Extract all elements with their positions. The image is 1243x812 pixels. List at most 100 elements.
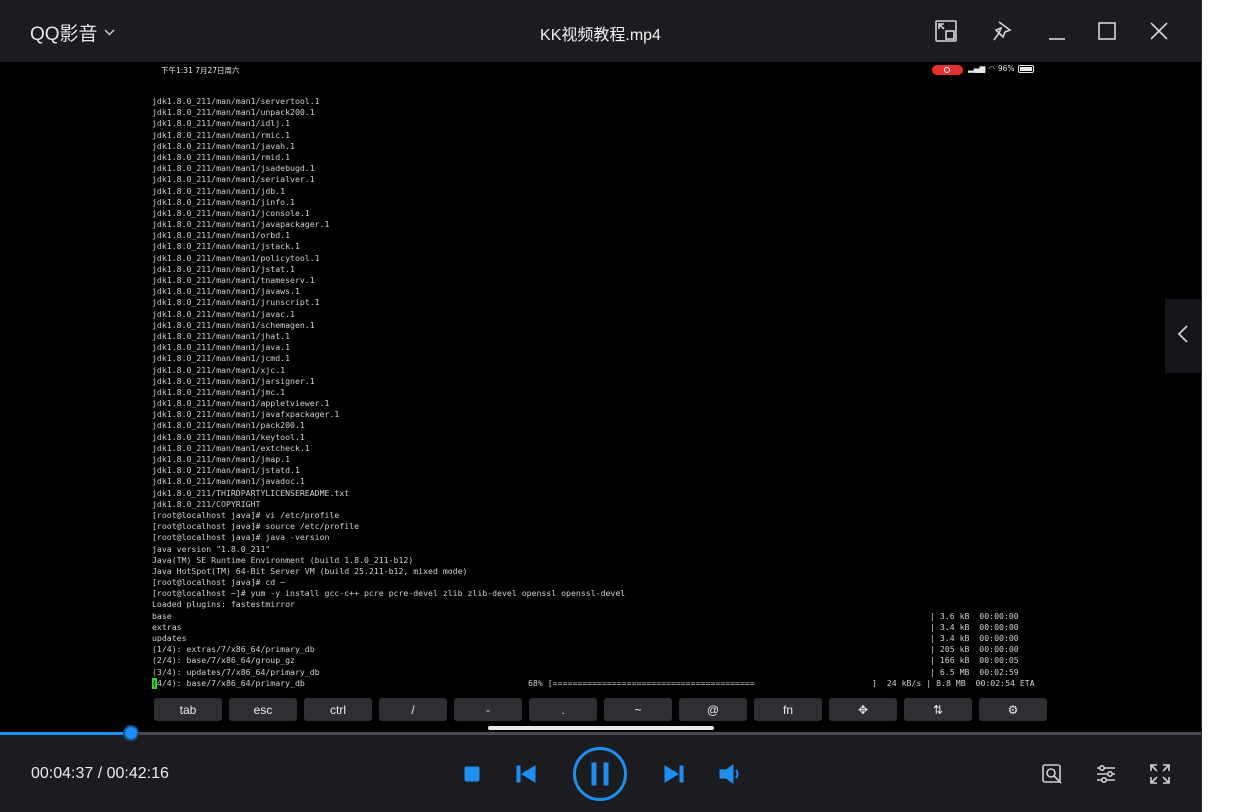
side-panel-toggle[interactable] [1165,299,1201,373]
terminal-line: Java(TM) SE Runtime Environment (build 1… [152,555,1092,566]
key-button[interactable]: tab [154,698,222,721]
key-button[interactable]: ⇅ [904,698,972,721]
terminal-line-text: jdk1.8.0_211/man/man1/jcmd.1 [152,353,291,364]
terminal-line: [root@localhost ~]# yum -y install gcc-c… [152,588,1092,599]
terminal-line: jdk1.8.0_211/man/man1/javah.1 [152,141,1092,152]
terminal-line-text: jdk1.8.0_211/man/man1/schemagen.1 [152,319,315,330]
seek-thumb[interactable] [122,725,139,741]
terminal-line-text: jdk1.8.0_211/man/man1/xjc.1 [152,364,286,375]
terminal-line: jdk1.8.0_211/man/man1/rmid.1 [152,152,1092,163]
repo-name: (1/4): extras/7/x86_64/primary_db [152,644,315,655]
minimize-icon[interactable] [1043,17,1071,45]
terminal-line: java version "1.8.0_211" [152,544,1092,555]
terminal-line: jdk1.8.0_211/COPYRIGHT [152,499,1092,510]
close-icon[interactable] [1145,17,1173,45]
pin-icon[interactable] [988,17,1016,45]
terminal-line-text: jdk1.8.0_211/man/man1/extcheck.1 [152,442,310,453]
download-progress: 68% [===================================… [528,677,755,688]
terminal-line-text: jdk1.8.0_211/man/man1/jstat.1 [152,263,295,274]
terminal-line-text: jdk1.8.0_211/man/man1/rmic.1 [152,129,291,140]
wifi-icon: ◠ [988,64,995,73]
terminal-line: jdk1.8.0_211/man/man1/java.1 [152,342,1092,353]
terminal-line-text: jdk1.8.0_211/man/man1/appletviewer.1 [152,398,330,409]
toolbox-icon[interactable] [1039,761,1065,787]
repo-size: | 3.6 kB 00:00:00 [930,610,1019,621]
time-display: 00:04:37 / 00:42:16 [31,765,169,783]
chevron-left-icon [1177,324,1189,349]
stop-icon[interactable] [462,764,482,784]
terminal-line: jdk1.8.0_211/man/man1/servertool.1 [152,96,1092,107]
repo-name: extras [152,621,182,632]
key-button[interactable]: @ [679,698,747,721]
repo-size: | 205 kB 00:00:00 [930,644,1019,655]
terminal-line: jdk1.8.0_211/man/man1/javapackager.1 [152,219,1092,230]
app-menu[interactable]: QQ影音 [30,19,115,46]
key-button[interactable]: ~ [604,698,672,721]
next-icon[interactable] [662,762,686,786]
terminal-line: jdk1.8.0_211/man/man1/javadoc.1 [152,476,1092,487]
key-button[interactable]: / [379,698,447,721]
pause-button[interactable] [572,746,628,802]
terminal-line: jdk1.8.0_211/man/man1/jstatd.1 [152,465,1092,476]
terminal-line-text: jdk1.8.0_211/man/man1/jstack.1 [152,241,300,252]
terminal-line-text: jdk1.8.0_211/man/man1/javac.1 [152,308,295,319]
window-title: KK视频教程.mp4 [540,27,661,44]
terminal-line-text: jdk1.8.0_211/man/man1/keytool.1 [152,431,305,442]
repo-name: (3/4): updates/7/x86_64/primary_db [152,666,320,677]
repo-name: updates [152,633,187,643]
player-window: QQ影音 KK视频教程.mp4 下午1:31 7月27日周六 ▂▄▆ ◠ 96% [0,0,1202,812]
terminal-key-bar: tab esc ctrl / -. ~ @ fn ✥ ⇅ ⚙ [154,698,1047,721]
terminal-line: jdk1.8.0_211/man/man1/policytool.1 [152,253,1092,264]
key-button[interactable]: ⚙ [979,698,1047,721]
terminal-line: jdk1.8.0_211/man/man1/pack200.1 [152,420,1092,431]
fullscreen-icon[interactable] [1147,761,1173,787]
terminal-line-text: [root@localhost java]# cd ~ [152,577,286,588]
settings-sliders-icon[interactable] [1093,761,1119,787]
repo-size: | 166 kB 00:00:05 [930,655,1019,666]
key-button[interactable]: . [529,698,597,721]
download-stats: ] 24 kB/s | 8.8 MB 00:02:54 ETA [872,677,1035,688]
terminal-line: [root@localhost java]# cd ~ [152,577,1092,588]
terminal-line-text: jdk1.8.0_211/man/man1/jinfo.1 [152,196,295,207]
terminal-line: jdk1.8.0_211/THIRDPARTYLICENSEREADME.txt [152,488,1092,499]
time-separator: / [97,765,107,782]
key-button[interactable]: ctrl [304,698,372,721]
terminal-line: jdk1.8.0_211/man/man1/javaws.1 [152,286,1092,297]
pause-icon [573,747,627,801]
chevron-down-icon [104,27,115,39]
repo-name: (2/4): base/7/x86_64/group_gz [152,655,295,666]
key-button[interactable]: fn [754,698,822,721]
repo-size: | 6.5 MB 00:02:59 [930,666,1019,677]
terminal-line-text: [root@localhost java]# source /etc/profi… [152,521,360,532]
terminal-line-text: Java(TM) SE Runtime Environment (build 1… [152,554,414,565]
terminal-line-text: jdk1.8.0_211/man/man1/jsadebugd.1 [152,163,315,174]
maximize-icon[interactable] [1093,17,1121,45]
terminal-line: jdk1.8.0_211/man/man1/schemagen.1 [152,320,1092,331]
terminal-line-text: jdk1.8.0_211/man/man1/java.1 [152,342,291,353]
video-frame[interactable]: 下午1:31 7月27日周六 ▂▄▆ ◠ 96% jdk1.8.0_211/ma… [0,62,1201,732]
previous-icon[interactable] [514,762,538,786]
terminal-line: jdk1.8.0_211/man/man1/jsadebugd.1 [152,163,1092,174]
terminal-line-text: [root@localhost java]# vi /etc/profile [152,509,340,520]
terminal-line: jdk1.8.0_211/man/man1/unpack200.1 [152,107,1092,118]
volume-icon[interactable] [718,762,744,786]
key-button[interactable]: - [454,698,522,721]
terminal-line: (3/4): updates/7/x86_64/primary_db | 6.5 … [152,667,1092,678]
battery-icon [1017,64,1034,73]
app-brand-label: QQ影音 [30,24,98,45]
terminal-line: (2/4): base/7/x86_64/group_gz | 166 kB 00… [152,655,1092,666]
mini-mode-icon[interactable] [932,17,960,45]
terminal-line: jdk1.8.0_211/man/man1/jarsigner.1 [152,376,1092,387]
terminal-line: [root@localhost java]# vi /etc/profile [152,510,1092,521]
terminal-line-text: jdk1.8.0_211/man/man1/javaws.1 [152,286,300,297]
key-button[interactable]: ✥ [829,698,897,721]
terminal-line: base | 3.6 kB 00:00:00 [152,611,1092,622]
key-button[interactable]: esc [229,698,297,721]
terminal-line-text: jdk1.8.0_211/man/man1/javafxpackager.1 [152,409,340,420]
seek-bar[interactable] [0,725,1201,741]
terminal-line-text: jdk1.8.0_211/man/man1/jmc.1 [152,386,286,397]
repo-size: | 3.4 kB 00:00:00 [930,621,1019,632]
terminal-line: jdk1.8.0_211/man/man1/jmap.1 [152,454,1092,465]
terminal-line-text: Loaded plugins: fastestmirror [152,599,295,610]
terminal-line: updates | 3.4 kB 00:00:00 [152,633,1092,644]
